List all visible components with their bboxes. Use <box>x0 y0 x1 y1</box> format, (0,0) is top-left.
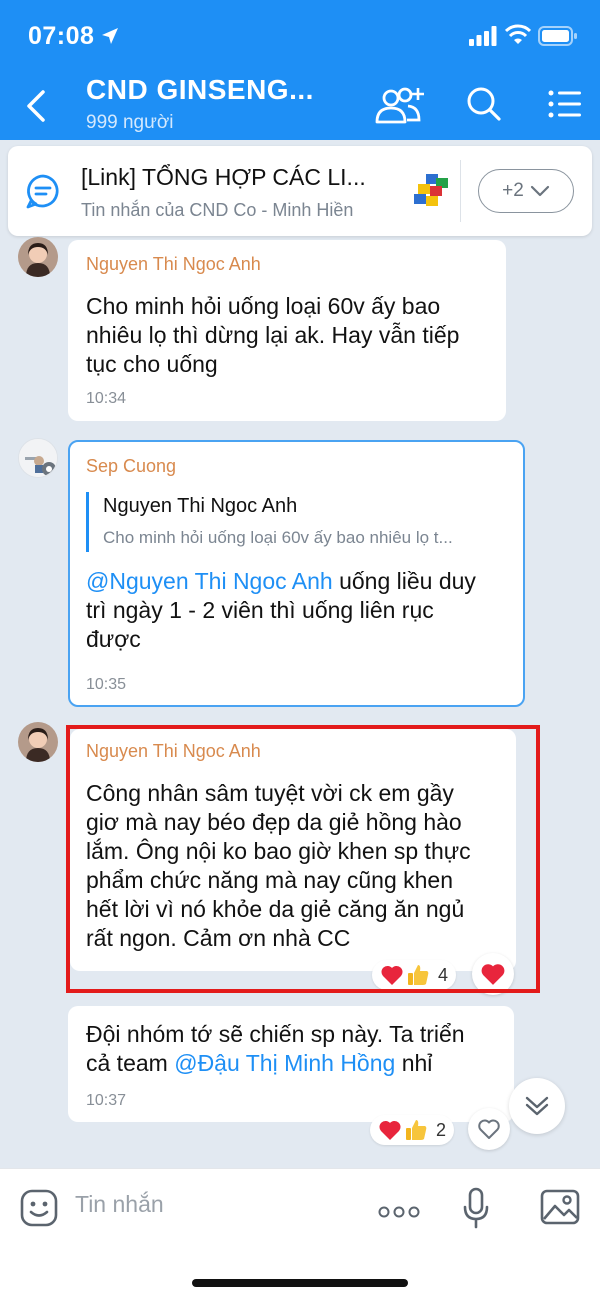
pinned-message-bar[interactable]: [Link] TỔNG HỢP CÁC LI... Tin nhắn của C… <box>8 146 592 236</box>
back-arrow-icon <box>27 90 45 122</box>
scroll-to-bottom-button[interactable] <box>509 1078 565 1134</box>
pinned-more-label: +2 <box>502 180 524 201</box>
avatar[interactable] <box>18 438 58 478</box>
more-options-button[interactable] <box>378 1205 420 1223</box>
message-text: Cho minh hỏi uống loại 60v ấy bao nhiêu … <box>86 292 459 379</box>
emoji-button[interactable] <box>20 1189 58 1232</box>
battery-icon <box>538 26 578 51</box>
menu-button[interactable] <box>548 90 582 123</box>
message-input[interactable]: Tin nhắn <box>75 1191 345 1227</box>
quoted-sender: Nguyen Thi Ngoc Anh <box>103 495 298 517</box>
react-button[interactable] <box>468 1108 510 1150</box>
highlight-box <box>66 725 540 993</box>
more-dots-icon <box>378 1206 420 1218</box>
divider <box>460 160 461 222</box>
heart-outline-icon <box>478 1119 500 1139</box>
reaction-summary[interactable]: 2 <box>370 1115 455 1145</box>
text-line: nhiêu lọ thì dừng lại ak. Hay vẫn tiếp <box>86 322 460 348</box>
message-input-bar: Tin nhắn <box>0 1168 600 1300</box>
sender-name[interactable]: Nguyen Thi Ngoc Anh <box>86 254 261 275</box>
text-line: Cho minh hỏi uống loại 60v ấy bao <box>86 293 441 319</box>
double-chevron-down-icon <box>525 1096 549 1116</box>
pinned-title: [Link] TỔNG HỢP CÁC LI... <box>81 164 366 190</box>
text-line: nhỉ <box>395 1050 433 1076</box>
link-thumbnail <box>412 170 452 215</box>
home-indicator <box>192 1279 408 1287</box>
mention-link[interactable]: @Nguyen Thi Ngoc Anh <box>86 568 333 594</box>
text-line: uống liều duy <box>332 568 476 594</box>
signal-icon <box>469 26 497 51</box>
text-line: trì ngày 1 - 2 viên thì uống liên rục <box>86 597 434 623</box>
list-menu-icon <box>548 90 581 118</box>
message-time: 10:34 <box>86 390 127 407</box>
search-icon <box>467 87 501 121</box>
member-count: 999 người <box>86 112 174 133</box>
text-line: được <box>86 626 141 652</box>
back-button[interactable] <box>18 86 54 126</box>
message-bubble[interactable]: Nguyen Thi Ngoc Anh Cho minh hỏi uống lo… <box>68 240 506 421</box>
mention-link[interactable]: @Đậu Thị Minh Hồng <box>174 1050 395 1076</box>
image-button[interactable] <box>540 1189 580 1230</box>
quoted-message[interactable]: Nguyen Thi Ngoc Anh Cho minh hỏi uống lo… <box>86 492 506 552</box>
sender-name[interactable]: Sep Cuong <box>86 456 176 477</box>
message-time: 10:35 <box>86 676 127 693</box>
message-time: 10:37 <box>86 1092 127 1109</box>
avatar[interactable] <box>18 237 58 277</box>
status-time: 07:08 <box>28 22 95 50</box>
text-line: Đội nhóm tớ sẽ chiến sp này. Ta triển <box>86 1021 465 1047</box>
chevron-down-icon <box>530 185 549 197</box>
chat-bubble-icon <box>24 172 62 215</box>
add-member-button[interactable] <box>374 84 428 131</box>
emoji-icon <box>20 1189 58 1227</box>
quoted-text: Cho minh hỏi uống loại 60v ấy bao nhiêu … <box>103 528 453 547</box>
message-bubble[interactable]: Đội nhóm tớ sẽ chiến sp này. Ta triển cả… <box>68 1006 514 1122</box>
chat-header: 07:08 CND GINSENG... 999 người <box>0 0 600 140</box>
text-line: cả team <box>86 1050 175 1076</box>
message-text: @Nguyen Thi Ngoc Anh uống liều duy trì n… <box>86 567 476 654</box>
avatar[interactable] <box>18 722 58 762</box>
reaction-count: 2 <box>436 1119 447 1140</box>
status-bar: 07:08 <box>0 0 600 72</box>
mic-icon <box>463 1187 489 1229</box>
location-arrow-icon <box>100 26 120 51</box>
search-button[interactable] <box>466 86 502 127</box>
pinned-more-button[interactable]: +2 <box>478 169 574 213</box>
wifi-icon <box>504 24 532 51</box>
add-member-icon <box>375 87 424 124</box>
voice-button[interactable] <box>462 1187 490 1234</box>
thumbs-up-icon <box>406 1120 427 1140</box>
message-text: Đội nhóm tớ sẽ chiến sp này. Ta triển cả… <box>86 1020 465 1078</box>
image-icon <box>540 1189 580 1225</box>
heart-icon <box>379 1120 401 1140</box>
pinned-subtitle: Tin nhắn của CND Co - Minh Hiền <box>81 200 354 220</box>
text-line: tục cho uống <box>86 351 218 377</box>
group-title[interactable]: CND GINSENG... <box>86 74 314 106</box>
